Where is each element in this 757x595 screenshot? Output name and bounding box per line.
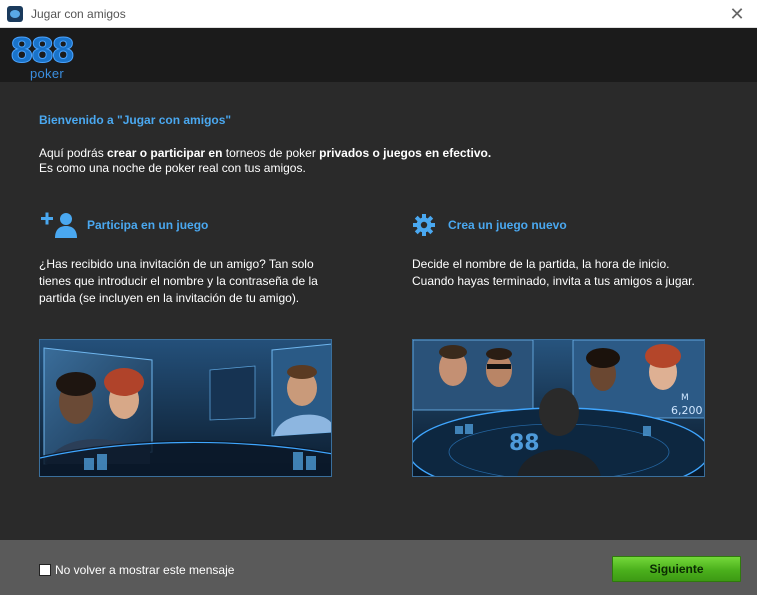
screen-value: 6,200 <box>671 404 703 417</box>
intro-line-2: Es como una noche de poker real con tus … <box>39 161 306 175</box>
window-title: Jugar con amigos <box>31 6 126 21</box>
create-game-title: Crea un juego nuevo <box>448 218 567 232</box>
intro-bold-1: crear o participar en <box>107 146 223 160</box>
create-game-header[interactable]: Crea un juego nuevo <box>412 210 712 240</box>
intro-line-1: Aquí podrás crear o participar en torneo… <box>39 146 719 161</box>
create-game-image: M 6,200 88 <box>412 339 705 477</box>
next-button[interactable]: Siguiente <box>612 556 741 582</box>
gear-icon <box>412 211 436 239</box>
title-bar: Jugar con amigos ✕ <box>0 0 757 28</box>
join-game-description: ¿Has recibido una invitación de un amigo… <box>39 257 318 305</box>
dont-show-again-checkbox[interactable] <box>39 564 51 576</box>
create-game-section: Crea un juego nuevo Decide el nombre de … <box>412 210 712 290</box>
screen-letter: M <box>681 393 689 403</box>
header-bar: 888 poker <box>0 28 757 82</box>
close-button[interactable]: ✕ <box>727 4 747 24</box>
dont-show-again-label[interactable]: No volver a mostrar este mensaje <box>55 563 234 577</box>
table-logo: 88 <box>509 431 540 456</box>
intro-part-1: Aquí podrás <box>39 146 108 160</box>
brand-logo: 888 poker <box>10 31 76 82</box>
welcome-heading: Bienvenido a "Jugar con amigos" <box>39 113 232 127</box>
join-game-title: Participa en un juego <box>87 218 209 232</box>
create-game-description: Decide el nombre de la partida, la hora … <box>412 257 695 288</box>
app-icon <box>7 5 23 22</box>
logo-888: 888 <box>10 31 76 71</box>
add-user-icon <box>39 211 79 239</box>
join-game-section: Participa en un juego ¿Has recibido una … <box>39 210 339 307</box>
join-game-image <box>39 339 332 477</box>
logo-poker: poker <box>30 66 65 81</box>
intro-text: Aquí podrás crear o participar en torneo… <box>39 146 719 176</box>
main-content: Bienvenido a "Jugar con amigos" Aquí pod… <box>0 82 757 540</box>
dont-show-again-option[interactable]: No volver a mostrar este mensaje <box>39 563 234 577</box>
intro-part-2: torneos de poker <box>222 146 320 160</box>
footer-bar: No volver a mostrar este mensaje Siguien… <box>0 540 757 595</box>
join-game-header[interactable]: Participa en un juego <box>39 210 339 240</box>
intro-bold-2: privados o juegos en efectivo. <box>319 146 492 160</box>
